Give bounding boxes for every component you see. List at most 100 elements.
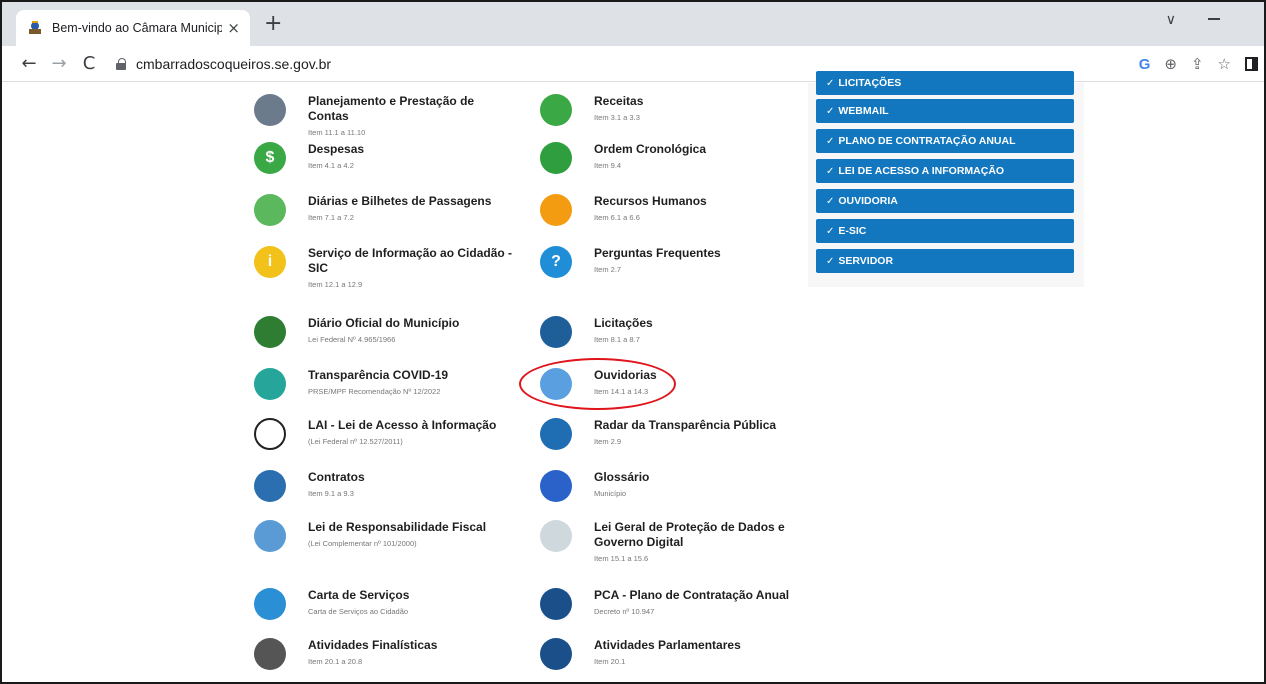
service-item[interactable]: PCA - Plano de Contratação Anual Decreto … (540, 588, 804, 620)
service-title[interactable]: Diárias e Bilhetes de Passagens (308, 194, 518, 209)
info-icon[interactable]: i (254, 246, 286, 278)
service-item[interactable]: Receitas Item 3.1 a 3.3 (540, 94, 804, 126)
menu-button[interactable]: ✓ PLANO DE CONTRATAÇÃO ANUAL (816, 129, 1074, 153)
service-title[interactable]: Despesas (308, 142, 518, 157)
side-panel-icon[interactable] (1245, 57, 1258, 71)
service-title[interactable]: Carta de Serviços (308, 588, 518, 603)
question-icon[interactable]: ? (540, 246, 572, 278)
people-queue-icon[interactable] (540, 142, 572, 174)
service-item[interactable]: ? Perguntas Frequentes Item 2.7 (540, 246, 804, 278)
share-icon[interactable]: ⇪ (1191, 55, 1204, 73)
service-item[interactable]: Glossário Município (540, 470, 804, 502)
service-item[interactable]: Licitações Item 8.1 a 8.7 (540, 316, 804, 348)
service-title[interactable]: Receitas (594, 94, 804, 109)
service-item[interactable]: Carta de Serviços Carta de Serviços ao Ci… (254, 588, 518, 620)
document-icon[interactable] (254, 470, 286, 502)
reload-icon[interactable]: C (76, 51, 102, 77)
service-title[interactable]: Perguntas Frequentes (594, 246, 804, 261)
service-title[interactable]: PCA - Plano de Contratação Anual (594, 588, 804, 603)
service-item[interactable]: Lei Geral de Proteção de Dados e Governo… (540, 520, 804, 563)
service-item[interactable]: Diárias e Bilhetes de Passagens Item 7.1 … (254, 194, 518, 226)
service-title[interactable]: Licitações (594, 316, 804, 331)
service-item[interactable]: LAI - Lei de Acesso à Informação (Lei Fed… (254, 418, 518, 450)
team-icon[interactable] (540, 194, 572, 226)
google-icon[interactable]: G (1139, 56, 1151, 73)
service-item[interactable]: Contratos Item 9.1 a 9.3 (254, 470, 518, 502)
tab-close-icon[interactable]: × (227, 19, 240, 37)
service-item[interactable]: Radar da Transparência Pública Item 2.9 (540, 418, 804, 450)
service-title[interactable]: Contratos (308, 470, 518, 485)
money-search-icon[interactable] (540, 94, 572, 126)
scales-icon[interactable] (254, 418, 286, 450)
tab-title: Bem-vindo ao Câmara Municipal (52, 21, 222, 35)
hand-money-icon[interactable] (540, 588, 572, 620)
service-subtitle: Item 20.1 (594, 657, 626, 666)
address-bar[interactable]: cmbarradoscoqueiros.se.gov.br (116, 50, 331, 78)
service-subtitle: Item 3.1 a 3.3 (594, 113, 640, 122)
service-item[interactable]: Transparência COVID-19 PRSE/MPF Recomenda… (254, 368, 518, 400)
menu-button[interactable]: ✓ WEBMAIL (816, 99, 1074, 123)
coat-of-arms-icon[interactable] (254, 316, 286, 348)
folder-icon[interactable] (254, 588, 286, 620)
service-subtitle: Carta de Serviços ao Cidadão (308, 607, 409, 616)
service-title[interactable]: Radar da Transparência Pública (594, 418, 804, 433)
service-item[interactable]: Recursos Humanos Item 6.1 a 6.6 (540, 194, 804, 226)
service-title[interactable]: Recursos Humanos (594, 194, 804, 209)
back-icon[interactable]: ← (16, 51, 42, 77)
service-title[interactable]: Atividades Parlamentares (594, 638, 804, 653)
forward-icon[interactable]: → (46, 51, 72, 77)
service-title[interactable]: Lei Geral de Proteção de Dados e Governo… (594, 520, 804, 550)
service-item[interactable]: Ordem Cronológica Item 9.4 (540, 142, 804, 174)
zoom-icon[interactable]: ⊕ (1164, 55, 1177, 73)
menu-button[interactable]: ✓ SERVIDOR (816, 249, 1074, 273)
service-item[interactable]: $ Despesas Item 4.1 a 4.2 (254, 142, 518, 174)
gavel-icon[interactable] (540, 316, 572, 348)
lock-shield-icon[interactable] (540, 520, 572, 552)
book-icon[interactable] (540, 470, 572, 502)
service-subtitle: (Lei Complementar nº 101/2000) (308, 539, 417, 548)
check-icon: ✓ (826, 255, 835, 267)
check-icon: ✓ (826, 195, 835, 207)
service-title[interactable]: LAI - Lei de Acesso à Informação (308, 418, 518, 433)
service-item[interactable]: Planejamento e Prestação de Contas Item 1… (254, 94, 518, 137)
service-title[interactable]: Glossário (594, 470, 804, 485)
new-tab-icon[interactable]: + (264, 13, 282, 35)
ticket-icon[interactable] (254, 194, 286, 226)
bar-chart-icon[interactable] (254, 520, 286, 552)
service-item[interactable]: Atividades Finalísticas Item 20.1 a 20.8 (254, 638, 518, 670)
checklist-icon[interactable] (254, 638, 286, 670)
check-icon: ✓ (826, 105, 835, 117)
service-title[interactable]: Diário Oficial do Município (308, 316, 518, 331)
service-subtitle: Item 6.1 a 6.6 (594, 213, 640, 222)
page-content: Planejamento e Prestação de Contas Item 1… (2, 71, 1264, 682)
service-item[interactable]: i Serviço de Informação ao Cidadão - SIC I… (254, 246, 518, 289)
bookmark-star-icon[interactable]: ☆ (1218, 55, 1231, 73)
service-subtitle: Item 11.1 a 11.10 (308, 128, 366, 137)
chart-person-icon[interactable] (254, 94, 286, 126)
service-title[interactable]: Transparência COVID-19 (308, 368, 518, 383)
service-item[interactable]: Lei de Responsabilidade Fiscal (Lei Compl… (254, 520, 518, 552)
service-title[interactable]: Serviço de Informação ao Cidadão - SIC (308, 246, 518, 276)
service-item[interactable]: Atividades Parlamentares Item 20.1 (540, 638, 804, 670)
menu-button[interactable]: ✓ OUVIDORIA (816, 189, 1074, 213)
menu-button[interactable]: ✓ LICITAÇÕES (816, 71, 1074, 95)
minimize-icon[interactable] (1208, 18, 1220, 20)
menu-button[interactable]: ✓ LEI DE ACESSO A INFORMAÇÃO (816, 159, 1074, 183)
menu-button[interactable]: ✓ E-SIC (816, 219, 1074, 243)
url-text[interactable]: cmbarradoscoqueiros.se.gov.br (136, 56, 331, 72)
tab-search-icon[interactable]: ∨ (1166, 12, 1176, 28)
service-item[interactable]: Diário Oficial do Município Lei Federal N… (254, 316, 518, 348)
virus-icon[interactable] (254, 368, 286, 400)
browser-toolbar: ← → C cmbarradoscoqueiros.se.gov.br G ⊕ … (2, 46, 1264, 82)
service-title[interactable]: Atividades Finalísticas (308, 638, 518, 653)
service-title[interactable]: Lei de Responsabilidade Fiscal (308, 520, 518, 535)
radar-icon[interactable] (540, 418, 572, 450)
lock-icon[interactable] (116, 57, 126, 70)
dollar-icon[interactable]: $ (254, 142, 286, 174)
check-icon: ✓ (826, 135, 835, 147)
icon-glyph: $ (265, 149, 275, 166)
meeting-icon[interactable] (540, 638, 572, 670)
service-title[interactable]: Planejamento e Prestação de Contas (308, 94, 518, 124)
browser-tab[interactable]: Bem-vindo ao Câmara Municipal × (16, 10, 250, 46)
service-title[interactable]: Ordem Cronológica (594, 142, 804, 157)
